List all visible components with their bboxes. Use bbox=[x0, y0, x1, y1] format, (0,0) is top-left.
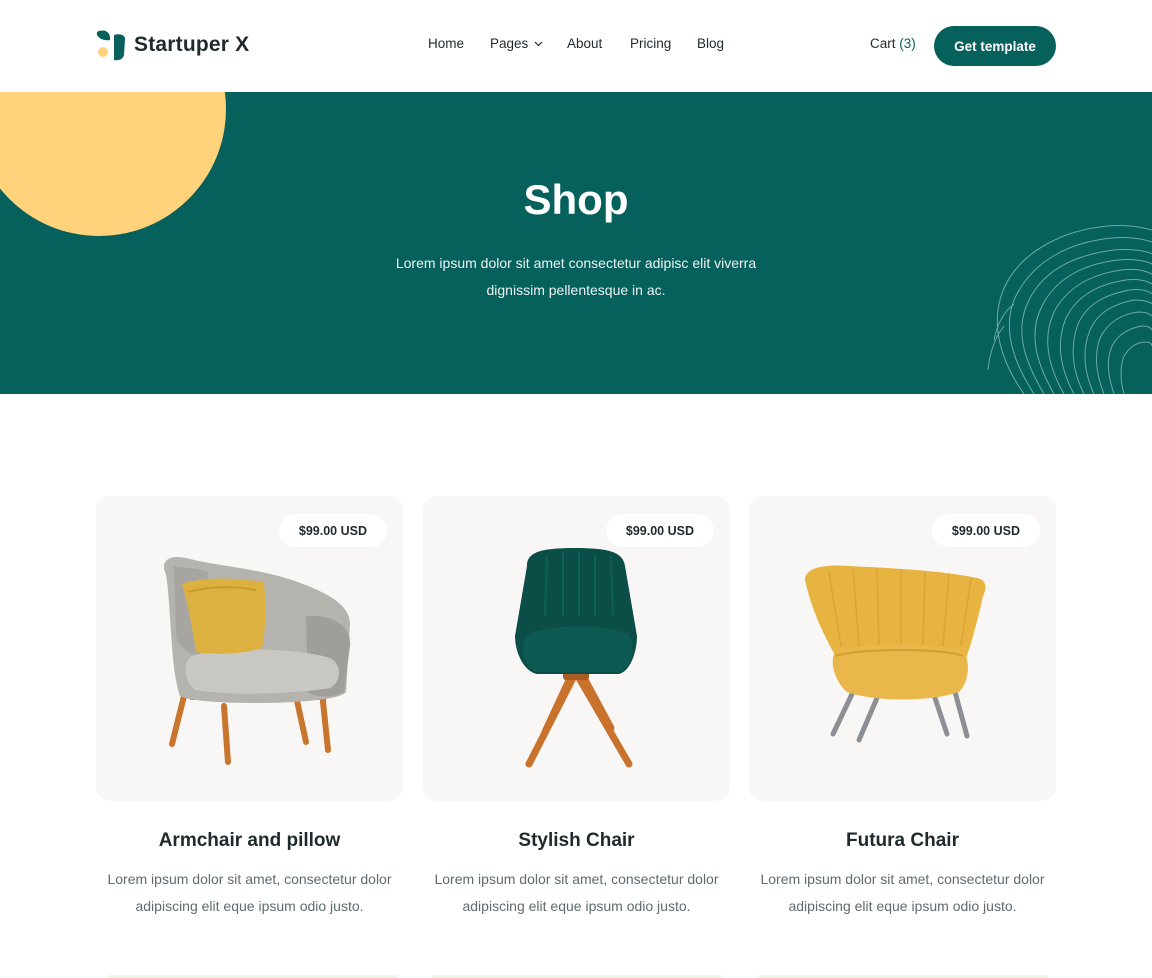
nav-home-link[interactable]: Home bbox=[428, 36, 464, 51]
nav-pages-label: Pages bbox=[490, 36, 529, 51]
cart-link[interactable]: Cart (3) bbox=[870, 36, 916, 51]
product-card-image[interactable]: $99.00 USD bbox=[423, 496, 730, 801]
product-title[interactable]: Stylish Chair bbox=[423, 830, 730, 852]
price-badge: $99.00 USD bbox=[605, 514, 714, 547]
product-description: Lorem ipsum dolor sit amet, consectetur … bbox=[760, 871, 1045, 914]
product-card-image[interactable]: $99.00 USD bbox=[749, 496, 1056, 801]
cart-count: (3) bbox=[899, 36, 916, 51]
hero-banner: Shop Lorem ipsum dolor sit amet consecte… bbox=[0, 92, 1152, 394]
get-template-button[interactable]: Get template bbox=[934, 26, 1056, 66]
decorative-contour-lines bbox=[987, 225, 1152, 394]
product-title[interactable]: Armchair and pillow bbox=[96, 830, 403, 852]
price-badge: $99.00 USD bbox=[278, 514, 387, 547]
product-card-image[interactable]: $99.00 USD bbox=[96, 496, 403, 801]
brand-name: Startuper X bbox=[134, 33, 250, 56]
page-title: Shop bbox=[523, 176, 629, 223]
price-badge: $99.00 USD bbox=[931, 514, 1040, 547]
product-description: Lorem ipsum dolor sit amet, consectetur … bbox=[434, 871, 719, 914]
logo-icon bbox=[96, 30, 125, 61]
nav-pricing-link[interactable]: Pricing bbox=[630, 36, 671, 51]
product-description: Lorem ipsum dolor sit amet, consectetur … bbox=[107, 871, 392, 914]
nav-pages-link[interactable]: Pages bbox=[490, 36, 543, 51]
hero-subtitle: Lorem ipsum dolor sit amet consectetur a… bbox=[395, 255, 757, 298]
brand-logo[interactable]: Startuper X bbox=[96, 29, 249, 61]
top-navbar: Startuper X Home Pages About Pricing Blo… bbox=[0, 0, 1152, 92]
cart-label: Cart bbox=[870, 36, 896, 51]
product-title[interactable]: Futura Chair bbox=[749, 830, 1056, 852]
nav-about-link[interactable]: About bbox=[567, 36, 602, 51]
nav-blog-link[interactable]: Blog bbox=[697, 36, 724, 51]
chevron-down-icon bbox=[534, 41, 543, 46]
